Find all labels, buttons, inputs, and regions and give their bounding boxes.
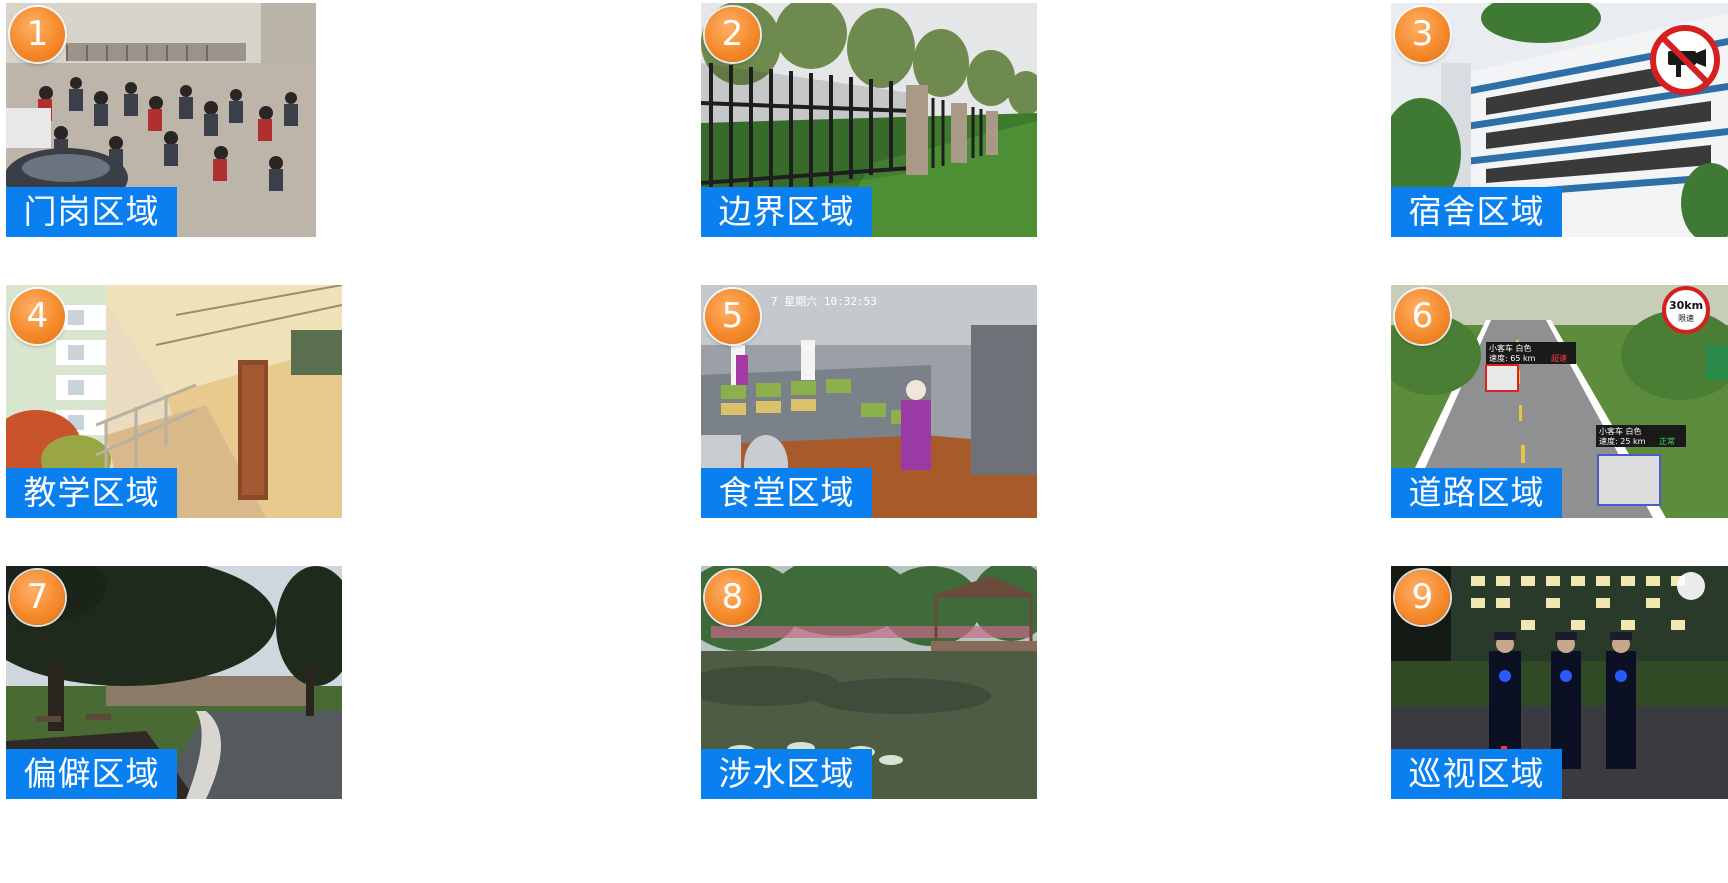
speed-limit-sign-sub: 限速 <box>1678 314 1694 323</box>
area-label: 涉水区域 <box>701 749 872 799</box>
kitchen-timestamp: 7 星期六 10:32:53 <box>771 295 877 308</box>
speed-limit-sign: 30km <box>1669 299 1703 312</box>
car2-status-label: 正常 <box>1659 437 1675 446</box>
area-number-badge: 1 <box>10 7 65 62</box>
area-number-badge: 3 <box>1395 7 1450 62</box>
area-number-badge: 7 <box>10 570 65 625</box>
area-number-badge: 6 <box>1395 289 1450 344</box>
car2-speed-label: 速度: 25 km <box>1599 436 1646 446</box>
area-tile-remote: 7 偏僻区域 <box>6 566 342 799</box>
area-number-badge: 9 <box>1395 570 1450 625</box>
area-label: 巡视区域 <box>1391 749 1562 799</box>
area-number-badge: 2 <box>705 7 760 62</box>
area-label: 门岗区域 <box>6 187 177 237</box>
area-tile-gate: 1 门岗区域 <box>6 3 316 237</box>
car1-speed-label: 速度: 65 km <box>1489 353 1536 363</box>
area-tile-dormitory: 3 宿舍区域 <box>1391 3 1728 237</box>
area-label: 道路区域 <box>1391 468 1562 518</box>
area-label: 宿舍区域 <box>1391 187 1562 237</box>
area-tile-boundary: 2 边界区域 <box>701 3 1037 237</box>
area-label: 偏僻区域 <box>6 749 177 799</box>
area-tile-water: 8 涉水区域 <box>701 566 1037 799</box>
car2-type-label: 小客车 白色 <box>1599 426 1642 436</box>
car1-type-label: 小客车 白色 <box>1489 343 1532 353</box>
area-number-badge: 4 <box>10 289 65 344</box>
area-tile-canteen: 7 星期六 10:32:53 5 食堂区域 <box>701 285 1037 518</box>
area-label: 边界区域 <box>701 187 872 237</box>
area-number-badge: 8 <box>705 570 760 625</box>
area-tile-teaching: 4 教学区域 <box>6 285 342 518</box>
area-tile-road: 小客车 白色 速度: 65 km 超速 小客车 白色 速度: 25 km 正常 … <box>1391 285 1728 518</box>
no-camera-sign-icon <box>1650 25 1720 95</box>
area-label: 教学区域 <box>6 468 177 518</box>
area-label: 食堂区域 <box>701 468 872 518</box>
area-tile-patrol: 9 巡视区域 <box>1391 566 1728 799</box>
area-number-badge: 5 <box>705 289 760 344</box>
car1-status-label: 超速 <box>1551 353 1567 363</box>
